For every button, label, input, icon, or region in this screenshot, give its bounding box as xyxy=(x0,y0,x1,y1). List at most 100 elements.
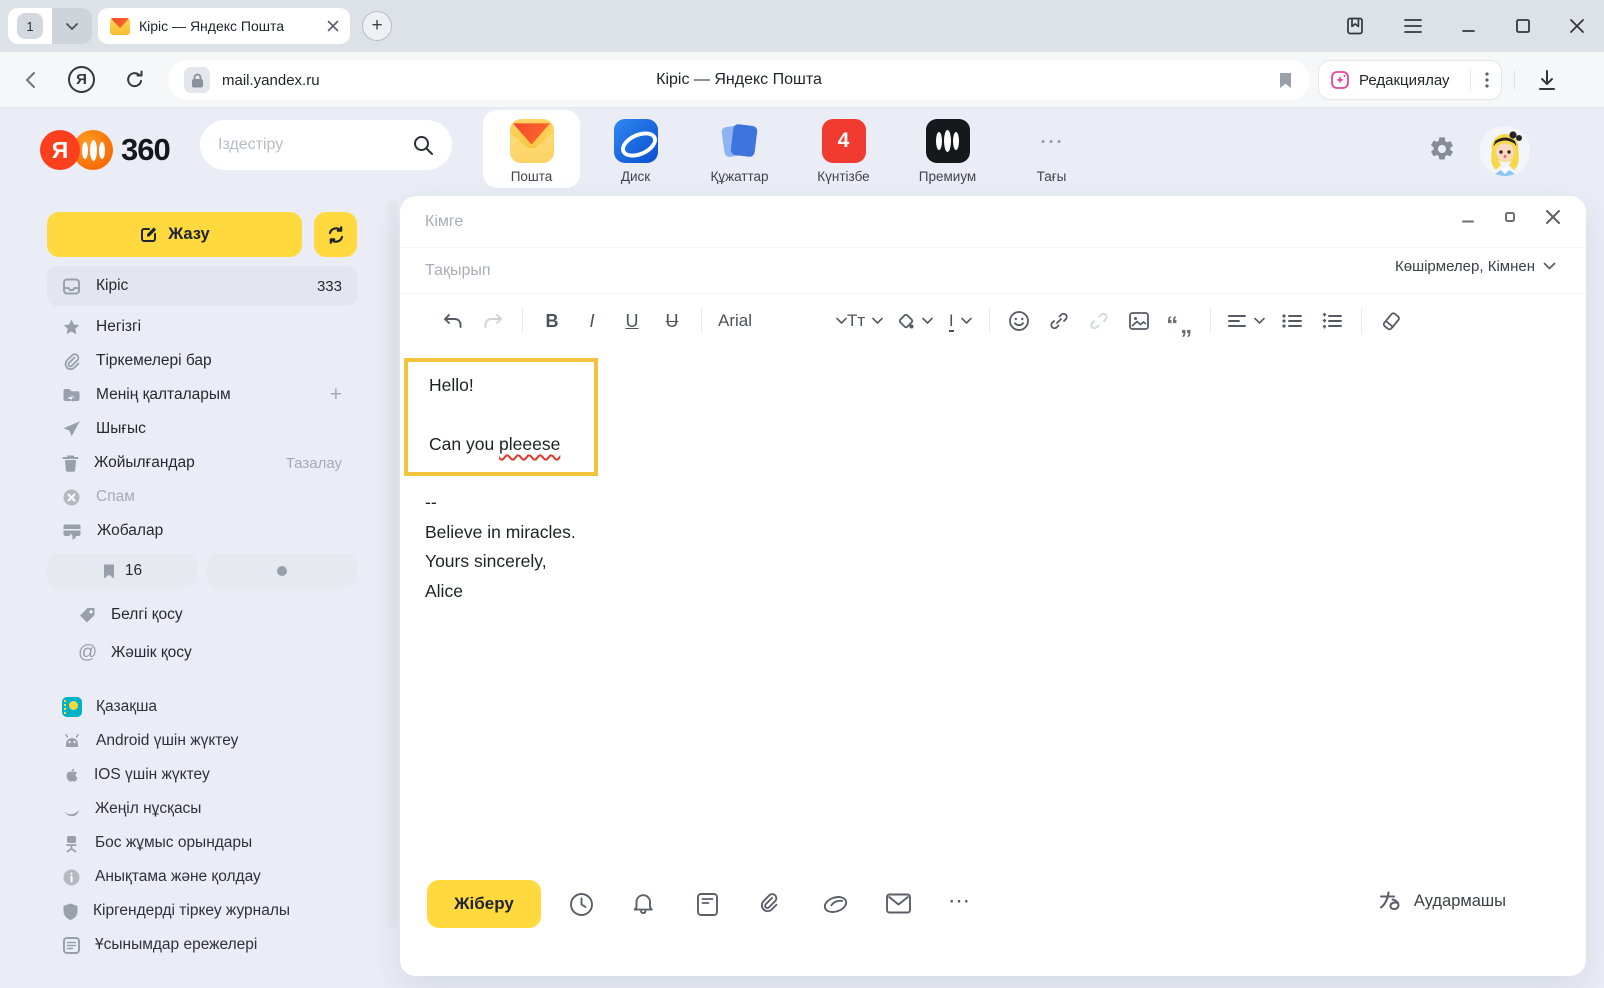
minimize-icon[interactable] xyxy=(1460,17,1478,35)
add-folder-button[interactable]: + xyxy=(330,383,342,407)
text-color-button[interactable]: I xyxy=(947,306,973,336)
user-avatar[interactable] xyxy=(1480,126,1530,176)
downloads-icon[interactable] xyxy=(1534,67,1560,93)
browser-tab-active[interactable]: Кіріс — Яндекс Пошта xyxy=(98,8,350,44)
emoji-button[interactable] xyxy=(1006,306,1032,336)
sidebar-panel-icon[interactable] xyxy=(1344,15,1366,37)
clear-trash-button[interactable]: Тазалау xyxy=(286,455,342,472)
link-language[interactable]: Қазақша xyxy=(47,690,357,724)
sidebar-scrollbar[interactable] xyxy=(388,200,398,928)
new-tab-button[interactable]: + xyxy=(362,11,392,41)
back-icon[interactable] xyxy=(20,68,44,92)
template-icon[interactable] xyxy=(696,892,719,917)
remove-link-button[interactable] xyxy=(1086,306,1112,336)
redo-button[interactable] xyxy=(480,306,506,336)
folder-with-attachments[interactable]: Тіркемелері бар xyxy=(47,344,357,378)
send-button[interactable]: Жіберу xyxy=(427,880,541,928)
insert-image-button[interactable] xyxy=(1126,306,1152,336)
service-calendar[interactable]: 4 Күнтізбе xyxy=(795,110,892,188)
clear-formatting-button[interactable] xyxy=(1378,306,1404,336)
service-disk[interactable]: Диск xyxy=(587,110,684,188)
link-recommendation-rules[interactable]: Ұсынымдар ережелері xyxy=(47,928,357,962)
attach-file-icon[interactable] xyxy=(758,892,783,917)
compose-close-button[interactable] xyxy=(1544,208,1562,226)
inbox-icon xyxy=(62,277,81,296)
close-icon[interactable] xyxy=(1568,17,1586,35)
align-button[interactable] xyxy=(1227,306,1265,336)
underline-button[interactable]: U xyxy=(619,306,645,336)
add-label-link[interactable]: Белгі қосу xyxy=(78,598,348,632)
quote-button[interactable]: “„ xyxy=(1166,306,1194,336)
folder-label: Тіркемелері бар xyxy=(96,352,342,370)
edit-mode-button[interactable]: Редакциялау xyxy=(1318,60,1502,100)
insert-link-button[interactable] xyxy=(1046,306,1072,336)
cc-from-toggle[interactable]: Көшірмелер, Кімнен xyxy=(1395,258,1556,275)
bullet-list-button[interactable] xyxy=(1279,306,1305,336)
compose-button[interactable]: Жазу xyxy=(47,212,302,257)
address-bar[interactable]: mail.yandex.ru Кіріс — Яндекс Пошта xyxy=(168,60,1310,100)
folder-primary[interactable]: Негізгі xyxy=(47,310,357,344)
link-help-support[interactable]: Анықтама және қолдау xyxy=(47,860,357,894)
ssl-lock-badge[interactable] xyxy=(184,67,210,93)
bold-button[interactable]: B xyxy=(539,306,565,336)
add-mailbox-link[interactable]: @ Жәшік қосу xyxy=(78,636,348,670)
tab-close-icon[interactable] xyxy=(326,19,340,33)
tab-counter-button[interactable]: 1 xyxy=(8,8,92,44)
tab-title: Кіріс — Яндекс Пошта xyxy=(139,18,317,34)
link-ios-app[interactable]: IOS үшін жүктеу xyxy=(47,758,357,792)
font-family-select[interactable]: Arial xyxy=(718,306,847,336)
bookmark-icon[interactable] xyxy=(1277,71,1294,90)
folder-projects[interactable]: Жобалар xyxy=(47,514,357,548)
tab-list-chevron[interactable] xyxy=(52,8,92,44)
mail-header: Я 360 Іздестіру Пошта Диск Құжаттар 4 xyxy=(0,108,1604,196)
numbered-list-button[interactable] xyxy=(1319,306,1345,336)
compose-minimize-button[interactable] xyxy=(1460,209,1476,225)
disk-attach-icon[interactable] xyxy=(822,892,849,917)
service-docs[interactable]: Құжаттар xyxy=(691,110,788,188)
service-more[interactable]: ⋯ Тағы xyxy=(1003,110,1100,188)
folder-trash[interactable]: Жойылғандар Тазалау xyxy=(47,446,357,480)
translator-button[interactable]: Аудармашы xyxy=(1377,889,1506,913)
folder-label: Кіріс xyxy=(96,277,302,295)
folder-label: Негізгі xyxy=(96,318,342,336)
link-login-journal[interactable]: Кіргендерді тіркеу журналы xyxy=(47,894,357,928)
numbered-list-icon xyxy=(1321,312,1343,330)
folder-spam[interactable]: Спам xyxy=(47,480,357,514)
more-options-button[interactable]: ⋯ xyxy=(948,888,972,914)
folder-my-folders[interactable]: Менің қалталарым + xyxy=(47,378,357,412)
refresh-button[interactable] xyxy=(314,212,357,257)
notify-bell-icon[interactable] xyxy=(632,892,657,917)
strikethrough-button[interactable]: U xyxy=(659,306,685,336)
settings-gear-icon[interactable] xyxy=(1428,135,1456,163)
reload-icon[interactable] xyxy=(122,68,148,94)
search-icon[interactable] xyxy=(412,134,434,156)
bookmarks-filter-pill[interactable]: 16 xyxy=(47,554,197,588)
font-size-select[interactable]: Tт xyxy=(847,306,883,336)
undo-button[interactable] xyxy=(440,306,466,336)
attach-from-mail-icon[interactable] xyxy=(885,892,912,915)
highlight-color-button[interactable] xyxy=(897,306,933,336)
menu-icon[interactable] xyxy=(1402,17,1424,35)
divider xyxy=(1470,69,1471,91)
dot-filter-pill[interactable] xyxy=(207,554,357,588)
divider xyxy=(1514,70,1515,90)
yandex-button[interactable]: Я xyxy=(68,66,95,93)
search-input[interactable]: Іздестіру xyxy=(200,120,452,170)
schedule-send-icon[interactable] xyxy=(569,892,594,917)
link-light-version[interactable]: Жеңіл нұсқасы xyxy=(47,792,357,826)
service-premium[interactable]: Премиум xyxy=(899,110,996,188)
link-android-app[interactable]: Android үшін жүктеу xyxy=(47,724,357,758)
yandex360-logo[interactable]: Я 360 xyxy=(40,130,170,170)
link-label: Қазақша xyxy=(96,698,157,716)
folder-inbox[interactable]: Кіріс 333 xyxy=(47,266,357,306)
italic-button[interactable]: I xyxy=(579,306,605,336)
folder-sent[interactable]: Шығыс xyxy=(47,412,357,446)
kebab-menu-icon[interactable] xyxy=(1479,70,1495,90)
link-vacancies[interactable]: Бос жұмыс орындары xyxy=(47,826,357,860)
maximize-icon[interactable] xyxy=(1514,17,1532,35)
service-mail[interactable]: Пошта xyxy=(483,110,580,188)
to-field[interactable]: Кімге xyxy=(400,196,1586,247)
compose-restore-button[interactable] xyxy=(1503,210,1517,224)
compose-label: Жазу xyxy=(168,225,209,244)
projects-icon xyxy=(62,523,82,540)
